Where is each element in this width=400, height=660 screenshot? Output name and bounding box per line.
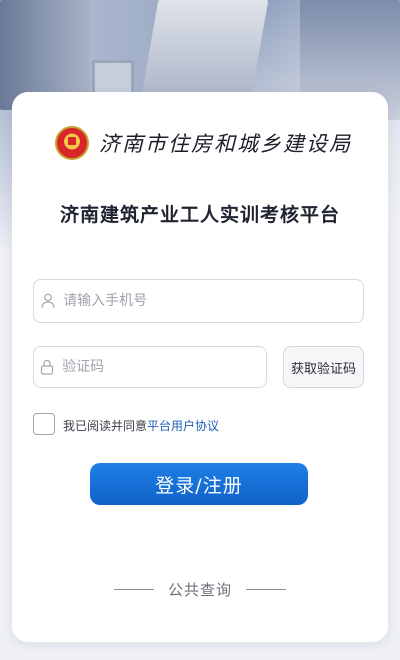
lock-icon xyxy=(34,359,60,375)
user-icon xyxy=(34,293,61,309)
public-query[interactable]: 公共查询 xyxy=(114,578,286,600)
phone-input[interactable] xyxy=(61,292,363,310)
public-query-label[interactable]: 公共查询 xyxy=(168,579,232,600)
get-code-button[interactable]: 获取验证码 xyxy=(283,346,364,388)
divider-line xyxy=(245,588,286,590)
agency-name: 济南市住房和城乡建设局 xyxy=(99,132,352,156)
code-field[interactable] xyxy=(33,346,267,388)
login-register-button[interactable]: 登录/注册 xyxy=(90,463,308,505)
agreement-text: 我已阅读并同意 xyxy=(63,418,148,433)
agreement-row: 我已阅读并同意平台用户协议 xyxy=(33,412,219,436)
phone-field[interactable] xyxy=(33,279,364,323)
national-emblem-icon xyxy=(55,126,89,160)
user-agreement-link[interactable]: 平台用户协议 xyxy=(147,419,219,433)
page-title: 济南建筑产业工人实训考核平台 xyxy=(59,204,340,226)
code-input[interactable] xyxy=(60,358,266,376)
building-shape xyxy=(141,0,269,95)
agreement-checkbox[interactable] xyxy=(33,413,55,435)
divider-line xyxy=(114,588,154,590)
agency-header: 济南市住房和城乡建设局 xyxy=(55,124,352,162)
